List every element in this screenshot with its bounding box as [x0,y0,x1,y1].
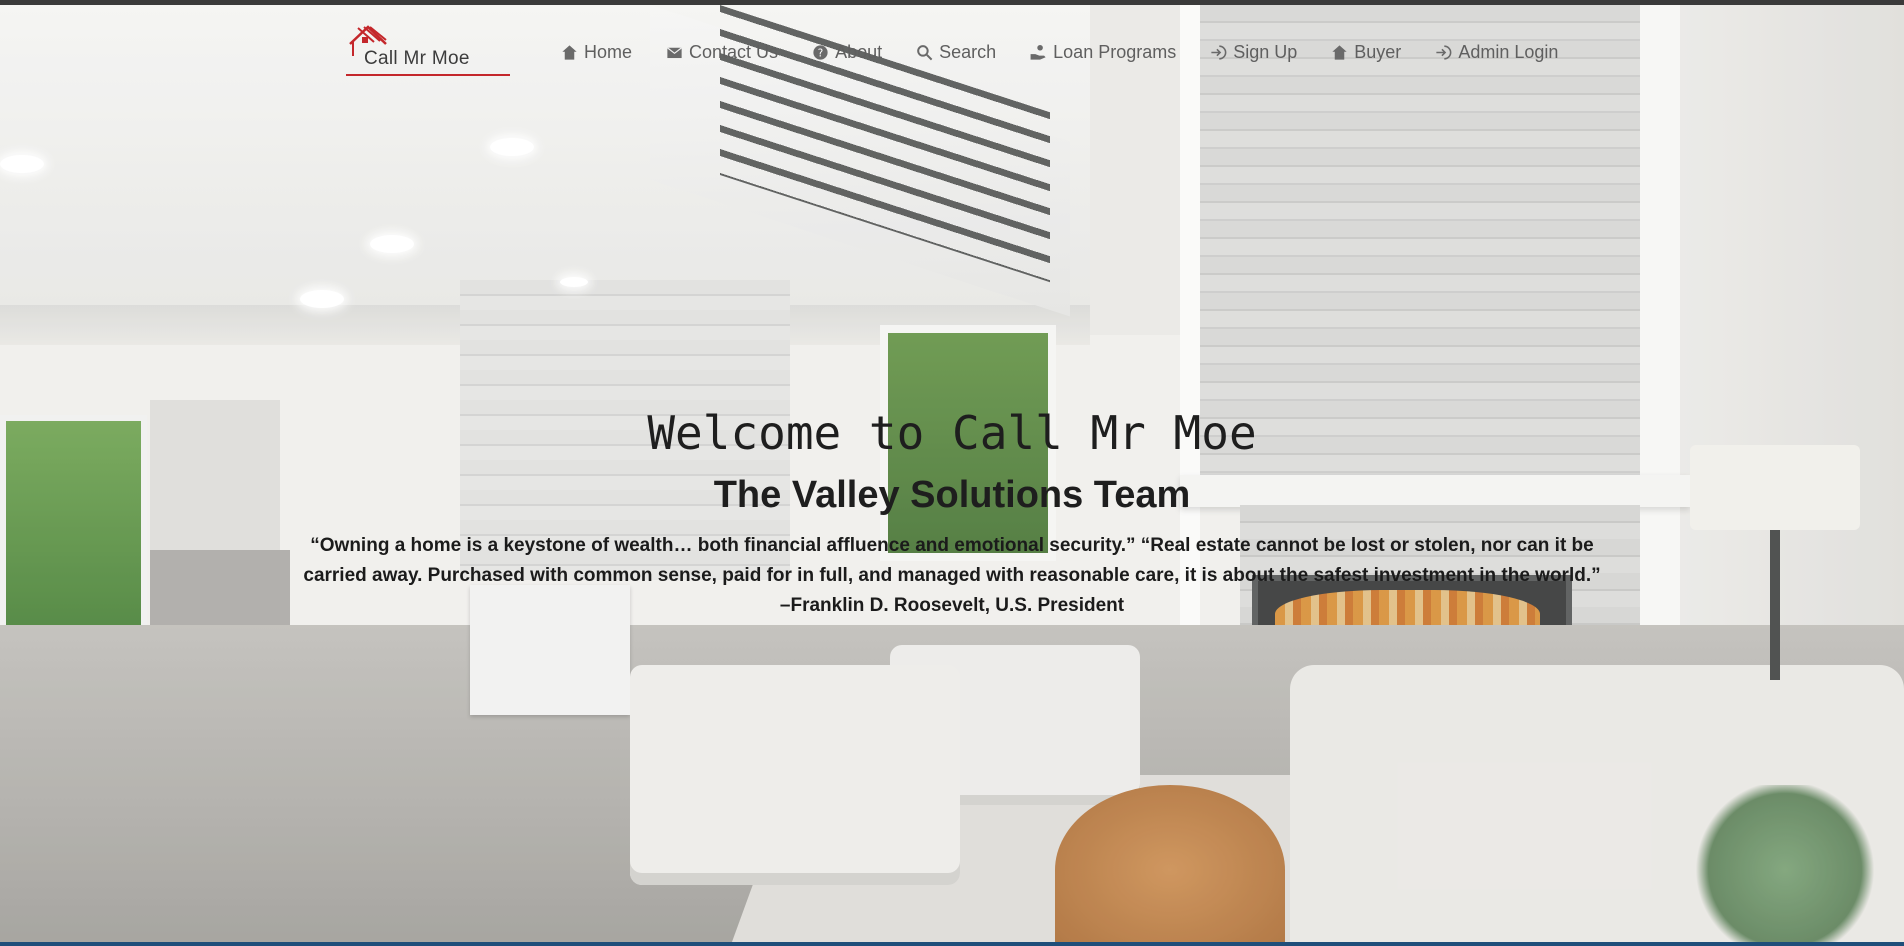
svg-text:?: ? [818,47,823,59]
bottom-edge-bar [0,942,1904,946]
nav-item-contact-us[interactable]: Contact Us [665,42,778,63]
nav-label-sign-up: Sign Up [1233,41,1298,62]
home-icon [1330,43,1349,62]
hand-coin-icon [1029,43,1048,62]
nav-item-about[interactable]: ? About [811,42,882,63]
browser-top-bar [0,0,1904,5]
hero-subtitle: The Valley Solutions Team [713,474,1191,516]
site-logo[interactable]: Call Mr Moe [346,24,511,76]
search-icon [915,43,934,62]
nav-label-contact-us: Contact Us [689,41,779,62]
nav-item-admin-login[interactable]: Admin Login [1434,42,1558,63]
nav-label-loan-programs: Loan Programs [1053,41,1177,62]
mail-icon [665,43,684,62]
main-navigation: Home Contact Us ? About Search Loan Prog… [560,38,1591,66]
nav-item-home[interactable]: Home [560,42,632,63]
help-icon: ? [811,43,830,62]
logo-text: Call Mr Moe [364,48,470,69]
login-icon [1209,43,1228,62]
logo-underline [346,74,510,76]
hero-quote: “Owning a home is a keystone of wealth… … [303,535,1601,616]
login-icon [1434,43,1453,62]
nav-item-sign-up[interactable]: Sign Up [1209,42,1297,63]
nav-label-home: Home [584,41,633,62]
nav-label-buyer: Buyer [1354,41,1402,62]
nav-item-search[interactable]: Search [915,42,996,63]
nav-label-about: About [835,41,883,62]
nav-label-admin-login: Admin Login [1458,41,1559,62]
nav-item-buyer[interactable]: Buyer [1330,42,1401,63]
hero-title: Welcome to Call Mr Moe [647,406,1257,460]
nav-item-loan-programs[interactable]: Loan Programs [1029,42,1176,63]
home-icon [560,43,579,62]
nav-label-search: Search [939,41,997,62]
